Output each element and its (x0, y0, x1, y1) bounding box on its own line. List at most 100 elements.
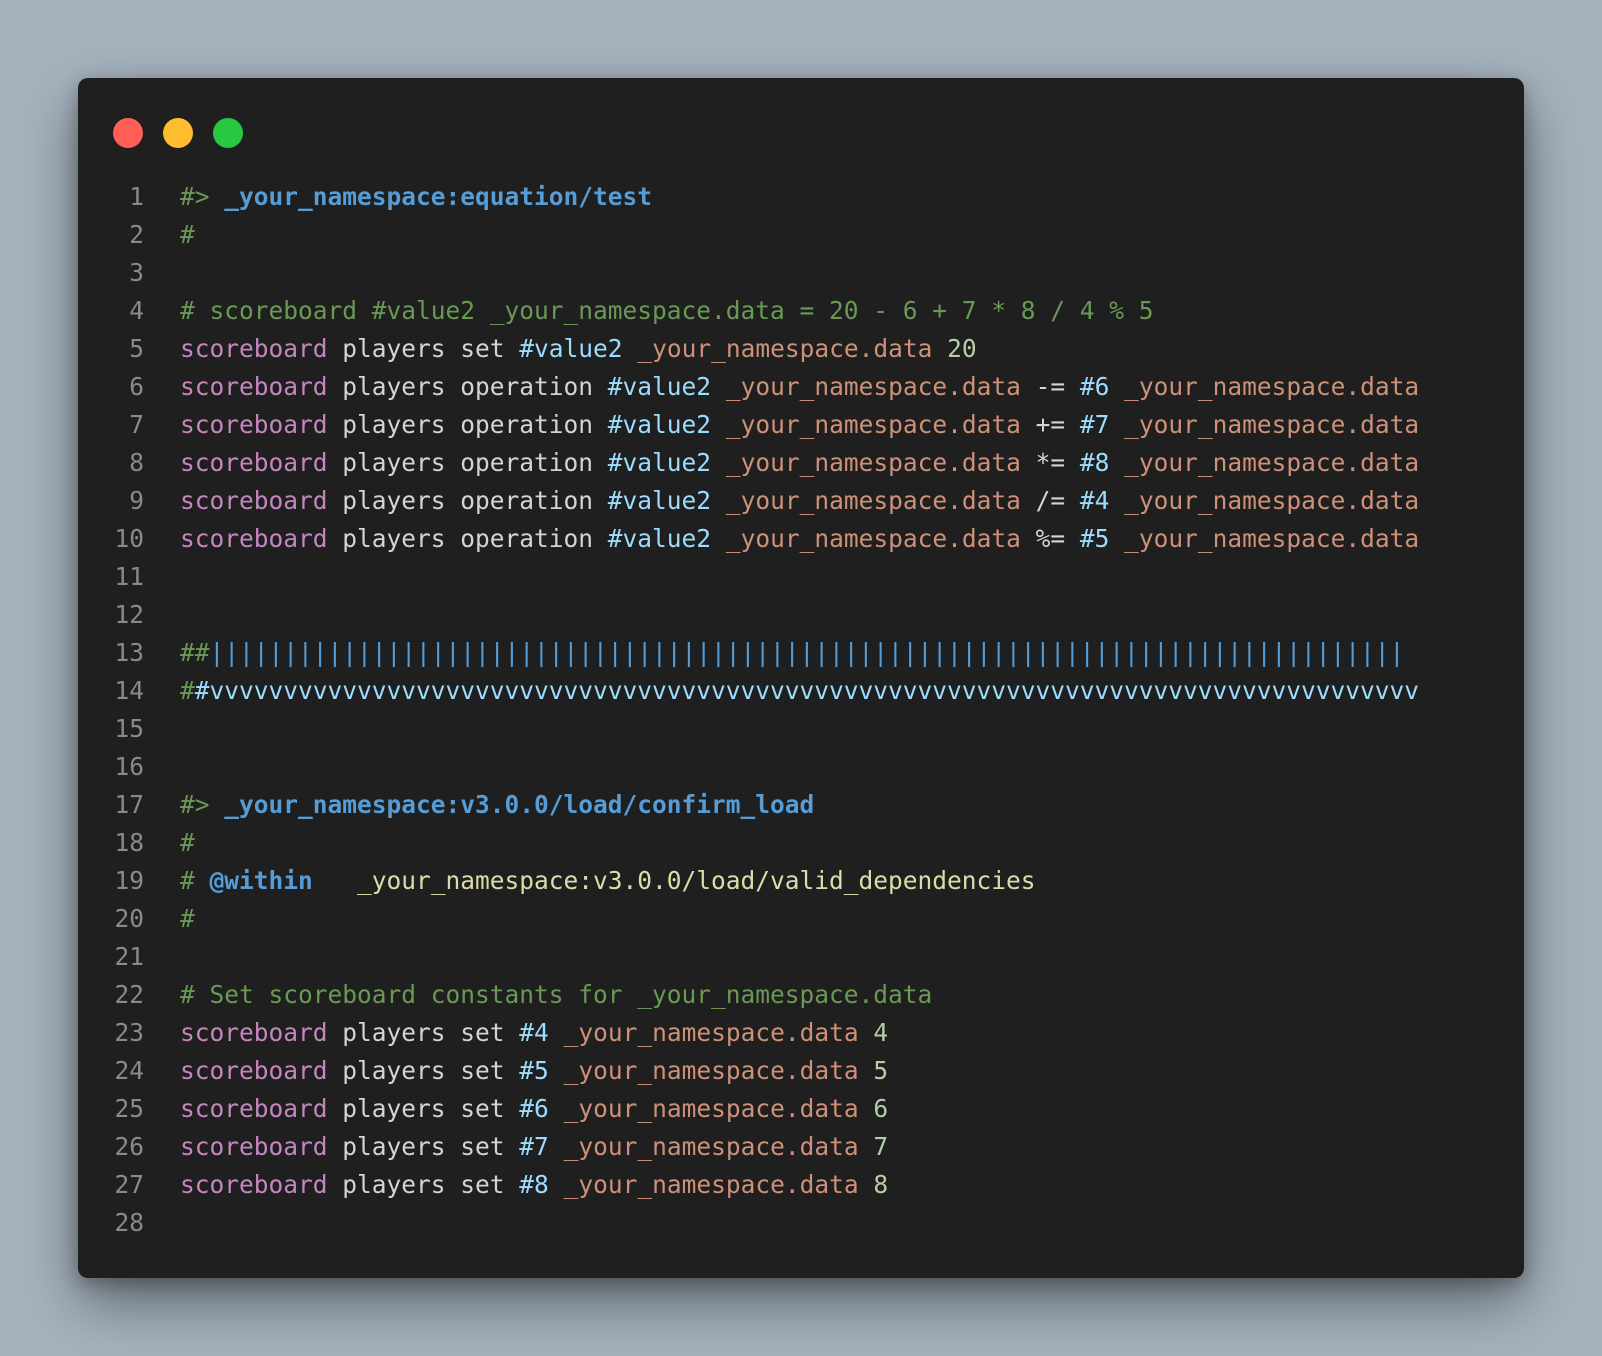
line-source: # scoreboard #value2 _your_namespace.dat… (180, 292, 1154, 330)
token-plain: += (1020, 410, 1080, 439)
token-cmd: scoreboard (180, 1132, 328, 1161)
code-line: 27 scoreboard players set #8 _your_namesp… (78, 1166, 1524, 1204)
line-number: 7 (129, 410, 144, 439)
code-line: 23 scoreboard players set #4 _your_namesp… (78, 1014, 1524, 1052)
token-cmd: scoreboard (180, 1094, 328, 1123)
line-number: 8 (129, 448, 144, 477)
token-num: 5 (873, 1056, 889, 1085)
code-line: 21 (78, 938, 1524, 976)
line-source: scoreboard players set #8 _your_namespac… (180, 1166, 888, 1204)
line-number: 2 (129, 220, 144, 249)
token-comment: # (180, 904, 195, 933)
line-source: scoreboard players set #6 _your_namespac… (180, 1090, 888, 1128)
token-plain: players set (327, 1132, 520, 1161)
line-number: 22 (114, 980, 144, 1009)
token-plain: players operation (327, 372, 608, 401)
code-line: 18 # (78, 824, 1524, 862)
token-plain: *= (1020, 448, 1080, 477)
token-num: 4 (873, 1018, 889, 1047)
code-block[interactable]: 1 #> _your_namespace:equation/test 2 #3 4 # s… (78, 178, 1524, 1242)
token-str: _your_namespace.data (1124, 524, 1420, 553)
token-var: #value2 (607, 486, 712, 515)
token-num: 6 (873, 1094, 889, 1123)
token-str: _your_namespace.data (563, 1056, 859, 1085)
close-button[interactable] (113, 118, 143, 148)
token-var: #8 (519, 1170, 549, 1199)
token-plain: %= (1020, 524, 1080, 553)
line-number: 3 (129, 258, 144, 287)
token-tag: @within (209, 866, 313, 895)
line-number: 12 (114, 600, 144, 629)
line-number: 24 (114, 1056, 144, 1085)
line-number: 14 (114, 676, 144, 705)
code-line: 22 # Set scoreboard constants for _your_n… (78, 976, 1524, 1014)
token-plain: players set (327, 1094, 520, 1123)
line-source: #> _your_namespace:v3.0.0/load/confirm_l… (180, 786, 814, 824)
line-source: # (180, 216, 195, 254)
line-source: scoreboard players operation #value2 _yo… (180, 368, 1419, 406)
line-source: ##||||||||||||||||||||||||||||||||||||||… (180, 634, 1404, 672)
token-var: #4 (1079, 486, 1110, 515)
line-number: 9 (129, 486, 144, 515)
token-str: _your_namespace.data (725, 524, 1021, 553)
code-line: 6 scoreboard players operation #value2 _y… (78, 368, 1524, 406)
token-fn: _your_namespace:equation/test (224, 182, 653, 211)
token-comment: # scoreboard #value2 _your_namespace.dat… (180, 296, 1154, 325)
line-source: scoreboard players set #7 _your_namespac… (180, 1128, 888, 1166)
token-var: #5 (519, 1056, 549, 1085)
line-source: ##vvvvvvvvvvvvvvvvvvvvvvvvvvvvvvvvvvvvvv… (180, 672, 1419, 710)
token-cmd: scoreboard (180, 410, 328, 439)
token-cmd: scoreboard (180, 1018, 328, 1047)
code-line: 16 (78, 748, 1524, 786)
line-number: 17 (114, 790, 144, 819)
token-var: #6 (1079, 372, 1110, 401)
line-source: scoreboard players operation #value2 _yo… (180, 520, 1419, 558)
token-str: _your_namespace.data (725, 410, 1021, 439)
token-plain: players operation (327, 410, 608, 439)
line-number: 11 (114, 562, 144, 591)
line-source: #> _your_namespace:equation/test (180, 178, 652, 216)
token-var: #7 (519, 1132, 549, 1161)
token-var: #value2 (607, 372, 712, 401)
code-line: 2 # (78, 216, 1524, 254)
line-number: 15 (114, 714, 144, 743)
token-cmd: scoreboard (180, 1170, 328, 1199)
token-num: 7 (873, 1132, 889, 1161)
code-line: 28 (78, 1204, 1524, 1242)
token-comment: #> (180, 182, 225, 211)
token-cmd: scoreboard (180, 524, 328, 553)
token-plain: /= (1020, 486, 1080, 515)
token-str: _your_namespace.data (725, 486, 1021, 515)
line-number: 4 (129, 296, 144, 325)
line-number: 20 (114, 904, 144, 933)
token-cmd: scoreboard (180, 1056, 328, 1085)
line-source: # Set scoreboard constants for _your_nam… (180, 976, 932, 1014)
line-number: 27 (114, 1170, 144, 1199)
code-window: 1 #> _your_namespace:equation/test 2 #3 4 # s… (78, 78, 1524, 1278)
code-line: 17 #> _your_namespace:v3.0.0/load/confirm… (78, 786, 1524, 824)
token-str: _your_namespace.data (1124, 372, 1420, 401)
code-line: 20 # (78, 900, 1524, 938)
token-plain: players operation (327, 486, 608, 515)
token-comment: ## (180, 638, 210, 667)
token-var: #8 (1079, 448, 1110, 477)
code-line: 10 scoreboard players operation #value2 _… (78, 520, 1524, 558)
minimize-button[interactable] (163, 118, 193, 148)
line-number: 21 (114, 942, 144, 971)
token-cmd: scoreboard (180, 334, 328, 363)
maximize-button[interactable] (213, 118, 243, 148)
line-number: 16 (114, 752, 144, 781)
line-source: # @within _your_namespace:v3.0.0/load/va… (180, 862, 1036, 900)
token-comment: #> (180, 790, 225, 819)
token-str: _your_namespace.data (637, 334, 933, 363)
code-line: 8 scoreboard players operation #value2 _y… (78, 444, 1524, 482)
